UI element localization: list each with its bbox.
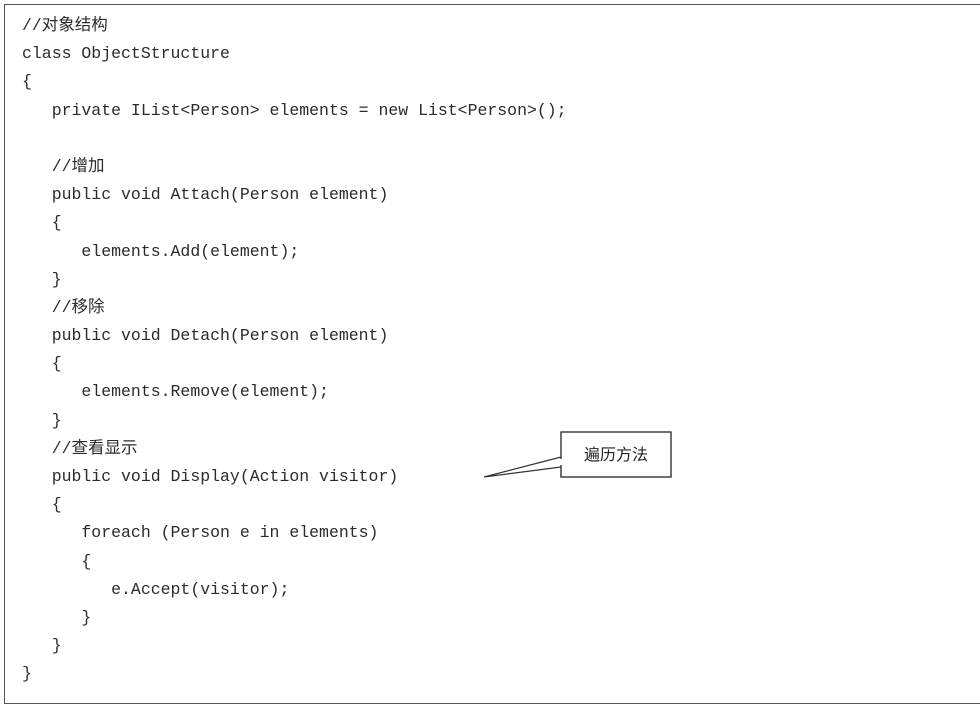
callout-label: 遍历方法: [583, 445, 648, 464]
code-line-detach-signature: public void Detach(Person element): [22, 326, 389, 346]
code-line-class-close-brace: }: [22, 664, 32, 684]
code-line-accept-call: e.Accept(visitor);: [22, 579, 290, 599]
code-line-comment-object-structure: //对象结构: [22, 16, 108, 35]
code-line-class-open-brace: {: [22, 72, 32, 92]
code-line-display-signature: public void Display(Action visitor): [22, 467, 399, 486]
code-line-comment-add: //增加: [22, 156, 105, 176]
code-line-comment-remove: //移除: [22, 297, 105, 317]
code-line-attach-close-brace: }: [22, 269, 62, 289]
code-line-detach-body: elements.Remove(element);: [22, 382, 329, 402]
code-line-foreach-close-brace: }: [22, 607, 92, 627]
code-line-foreach: foreach (Person e in elements): [22, 523, 379, 543]
code-line-display-close-brace: }: [22, 636, 62, 656]
code-line-attach-signature: public void Attach(Person element): [22, 185, 389, 205]
code-line-detach-open-brace: {: [22, 354, 62, 374]
code-block: //对象结构 class ObjectStructure { private I…: [22, 12, 567, 689]
code-line-display-open-brace: {: [22, 495, 62, 515]
code-line-class-declaration: class ObjectStructure: [22, 44, 230, 64]
code-line-comment-display: //查看显示: [22, 438, 138, 458]
code-line-foreach-open-brace: {: [22, 551, 92, 571]
code-line-attach-body: elements.Add(element);: [22, 241, 300, 261]
code-line-elements-field: private IList<Person> elements = new Lis…: [22, 100, 567, 120]
code-line-attach-open-brace: {: [22, 213, 62, 233]
code-line-detach-close-brace: }: [22, 410, 62, 430]
